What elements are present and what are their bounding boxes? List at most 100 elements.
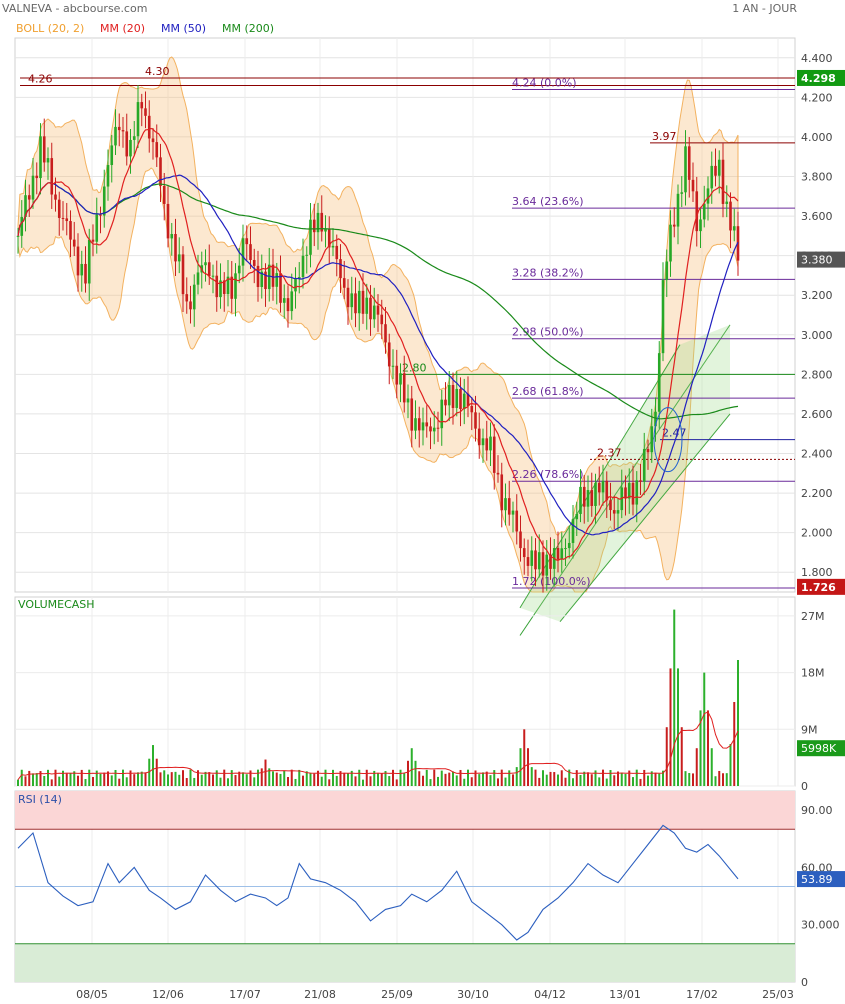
- candle-body: [61, 217, 65, 219]
- candle-body: [376, 305, 380, 315]
- candle-body: [65, 218, 69, 222]
- price-tick-label: 2.200: [801, 487, 833, 500]
- candle-body: [54, 194, 57, 200]
- candle-body: [159, 157, 162, 186]
- volume-bar: [129, 770, 132, 786]
- candle-body: [481, 438, 485, 446]
- candle-body: [57, 199, 61, 218]
- candle-body: [507, 498, 511, 515]
- volume-bar: [354, 776, 357, 786]
- candle-body: [556, 548, 560, 560]
- volume-bar: [410, 748, 413, 786]
- volume-bar: [395, 779, 398, 786]
- candle-body: [455, 388, 459, 408]
- candle-body: [489, 436, 492, 451]
- volume-bar: [99, 773, 102, 786]
- volume-bar: [403, 773, 406, 786]
- volume-bar: [204, 771, 207, 786]
- price-tick-label: 2.400: [801, 448, 833, 461]
- candle-body: [99, 214, 102, 216]
- candle-body: [459, 388, 462, 410]
- volume-bar: [223, 769, 226, 786]
- volume-bar: [43, 776, 46, 786]
- candle-body: [522, 548, 526, 558]
- candle-body: [706, 188, 710, 204]
- candle-body: [114, 126, 117, 146]
- candle-body: [174, 233, 177, 262]
- candle-body: [181, 254, 185, 295]
- candle-body: [50, 158, 54, 195]
- volume-bar: [392, 769, 394, 786]
- candle-body: [519, 531, 522, 549]
- volume-bar: [219, 777, 222, 786]
- candle-body: [372, 305, 376, 320]
- volume-bar: [347, 773, 349, 786]
- volume-bar: [560, 770, 563, 786]
- candle-body: [185, 294, 189, 302]
- candle-body: [91, 239, 95, 242]
- volume-bar: [257, 769, 259, 786]
- volume-bar: [137, 772, 139, 786]
- candle-body: [429, 426, 432, 432]
- candle-body: [155, 142, 159, 158]
- candle-body: [402, 373, 406, 403]
- volume-bar: [587, 772, 589, 786]
- volume-bar: [163, 770, 166, 786]
- rsi-overbought-zone: [15, 791, 795, 830]
- volume-bar: [609, 770, 612, 786]
- volume-bar: [703, 672, 706, 786]
- volume-bar: [583, 771, 586, 786]
- volume-bar: [275, 772, 278, 786]
- time-tick-label: 17/07: [229, 988, 261, 1001]
- fibonacci-label: 2.68 (61.8%): [512, 385, 584, 398]
- volume-bar: [332, 769, 334, 786]
- volume-bar: [122, 769, 124, 786]
- candle-body: [177, 254, 181, 262]
- candle-body: [35, 175, 39, 179]
- volume-bar: [564, 777, 567, 786]
- candle-body: [691, 179, 695, 192]
- volume-bar: [335, 775, 338, 786]
- volume-bar: [692, 773, 694, 786]
- candle-body: [564, 548, 567, 550]
- price-tick-label: 3.800: [801, 171, 833, 184]
- candle-body: [76, 246, 80, 276]
- price-tick-label: 2.800: [801, 368, 833, 381]
- volume-bar: [684, 771, 687, 786]
- candle-body: [16, 235, 20, 237]
- candle-body: [721, 159, 725, 204]
- volume-bar: [54, 769, 57, 786]
- candle-body: [192, 284, 196, 310]
- candle-body: [144, 108, 147, 116]
- candle-body: [590, 490, 594, 506]
- candle-body: [140, 102, 144, 109]
- volume-bar: [92, 776, 94, 786]
- volume-bar: [17, 779, 19, 786]
- candle-body: [189, 301, 192, 310]
- fibonacci-label: 4.24 (0.0%): [512, 76, 577, 89]
- volume-bar: [245, 774, 248, 786]
- volume-bar: [58, 776, 61, 786]
- candle-body: [241, 238, 245, 266]
- candle-body: [305, 254, 309, 256]
- candle-body: [162, 185, 166, 204]
- volume-bar: [590, 774, 593, 786]
- candle-body: [170, 233, 174, 239]
- volume-bar: [302, 775, 304, 786]
- volume-bar: [470, 777, 473, 786]
- volume-bar: [575, 770, 578, 786]
- candle-body: [84, 263, 87, 284]
- candle-body: [275, 273, 279, 287]
- volume-bar: [437, 776, 439, 786]
- candle-body: [339, 259, 342, 279]
- volume-bar: [707, 710, 709, 786]
- candle-body: [132, 136, 136, 140]
- candle-body: [129, 139, 132, 157]
- volume-bar: [174, 771, 177, 786]
- volume-bar: [534, 769, 537, 786]
- volume-bar: [523, 729, 526, 786]
- volume-bar: [88, 769, 91, 786]
- volume-bar: [20, 769, 23, 786]
- candle-body: [725, 201, 729, 204]
- volume-bar: [234, 775, 237, 786]
